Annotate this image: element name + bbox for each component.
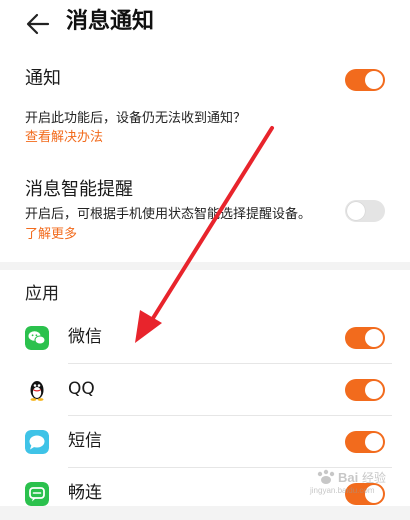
toggle-knob: [365, 71, 383, 89]
page-title: 消息通知: [66, 9, 155, 34]
app-row-wechat[interactable]: 微信: [0, 312, 410, 364]
app-row-sms[interactable]: 短信: [0, 416, 410, 468]
svg-text:Bai: Bai: [338, 470, 358, 485]
meetime-chat-icon: [25, 482, 49, 506]
app-toggle-wechat[interactable]: [345, 327, 385, 349]
toggle-knob: [365, 381, 383, 399]
qq-penguin-icon: [30, 381, 44, 401]
smart-reminder-label: 消息智能提醒: [25, 179, 133, 200]
toggle-knob: [365, 433, 383, 451]
wechat-icon: [25, 326, 49, 350]
app-row-qq[interactable]: QQ: [0, 364, 410, 416]
app-name: QQ: [68, 379, 95, 399]
notification-toggle[interactable]: [345, 69, 385, 91]
notification-description: 开启此功能后，设备仍无法收到通知？: [25, 111, 247, 126]
app-toggle-qq[interactable]: [345, 379, 385, 401]
baidu-jingyan-watermark-logo: Bai 经验 jingyan.baidu.com: [309, 469, 386, 495]
learn-more-link[interactable]: 了解更多: [25, 226, 77, 244]
app-name: 畅连: [68, 483, 102, 503]
app-name: 短信: [68, 431, 102, 451]
back-arrow-icon[interactable]: [24, 10, 52, 38]
toggle-knob: [365, 329, 383, 347]
toggle-knob: [347, 202, 365, 220]
app-toggle-sms[interactable]: [345, 431, 385, 453]
apps-section-label: 应用: [25, 284, 59, 304]
app-name: 微信: [68, 327, 102, 347]
smart-reminder-description: 开启后，可根据手机使用状态智能选择提醒设备。: [25, 207, 312, 222]
svg-text:经验: 经验: [362, 470, 386, 485]
svg-text:jingyan.baidu.com: jingyan.baidu.com: [309, 486, 375, 495]
view-solution-link[interactable]: 查看解决办法: [25, 129, 103, 147]
smart-reminder-toggle[interactable]: [345, 200, 385, 222]
sms-message-icon: [25, 430, 49, 454]
notification-label: 通知: [25, 68, 61, 89]
